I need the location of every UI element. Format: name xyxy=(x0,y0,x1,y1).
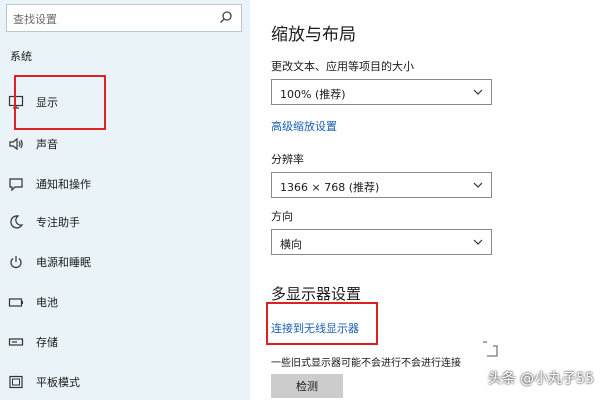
scale-value: 100% (推荐) xyxy=(280,88,346,101)
orientation-dropdown[interactable]: 横向 xyxy=(271,229,492,255)
search-icon xyxy=(220,11,232,23)
orientation-label: 方向 xyxy=(271,210,293,223)
tablet-icon xyxy=(9,375,23,389)
highlight-box-wireless xyxy=(266,302,378,345)
sidebar-item-label: 电源和睡眠 xyxy=(36,256,91,269)
detect-button[interactable]: 检测 xyxy=(271,374,343,398)
speaker-icon xyxy=(9,137,23,151)
multi-display-title: 多显示器设置 xyxy=(271,285,362,303)
sidebar-item-focus-assist[interactable]: 专注助手 xyxy=(0,208,250,236)
battery-icon xyxy=(8,298,23,307)
resolution-dropdown[interactable]: 1366 × 768 (推荐) xyxy=(271,172,492,198)
sidebar-item-storage[interactable]: 存储 xyxy=(0,328,250,356)
sidebar-item-power-sleep[interactable]: 电源和睡眠 xyxy=(0,248,250,276)
detect-description: 一些旧式显示器可能不会进行不会进行连接 xyxy=(271,358,461,369)
sidebar-item-label: 电池 xyxy=(36,296,58,309)
chevron-down-icon xyxy=(473,239,483,245)
power-icon xyxy=(10,256,22,269)
moon-icon xyxy=(10,215,24,229)
chevron-down-icon xyxy=(473,89,483,95)
highlight-box-display xyxy=(14,75,106,130)
resize-corner-icon xyxy=(483,341,498,357)
sidebar-item-label: 专注助手 xyxy=(36,216,80,229)
page-title: 缩放与布局 xyxy=(271,25,356,45)
settings-sidebar: 查找设置 系统 显示 声音 通知和操作 专注助手 电源和睡眠 电池 存储 平板模… xyxy=(0,0,250,400)
sidebar-item-label: 声音 xyxy=(36,138,58,151)
scale-label: 更改文本、应用等项目的大小 xyxy=(271,60,414,73)
resolution-label: 分辨率 xyxy=(271,153,304,166)
chevron-down-icon xyxy=(473,182,483,188)
section-title: 系统 xyxy=(10,50,32,63)
search-input[interactable]: 查找设置 xyxy=(6,4,242,32)
scale-dropdown[interactable]: 100% (推荐) xyxy=(271,79,492,105)
sidebar-item-label: 存储 xyxy=(36,336,58,349)
resolution-value: 1366 × 768 (推荐) xyxy=(280,181,380,194)
sidebar-item-sound[interactable]: 声音 xyxy=(0,130,250,158)
notification-icon xyxy=(9,178,23,192)
sidebar-item-tablet-mode[interactable]: 平板模式 xyxy=(0,368,250,396)
sidebar-item-label: 通知和操作 xyxy=(36,178,91,191)
storage-icon xyxy=(8,338,24,346)
watermark-text: 头条 @小丸子55 xyxy=(487,371,594,387)
search-placeholder: 查找设置 xyxy=(13,13,57,26)
advanced-scaling-link[interactable]: 高级缩放设置 xyxy=(271,118,337,134)
sidebar-item-label: 平板模式 xyxy=(36,376,80,389)
sidebar-item-battery[interactable]: 电池 xyxy=(0,288,250,316)
orientation-value: 横向 xyxy=(280,238,302,251)
sidebar-item-notifications[interactable]: 通知和操作 xyxy=(0,170,250,198)
